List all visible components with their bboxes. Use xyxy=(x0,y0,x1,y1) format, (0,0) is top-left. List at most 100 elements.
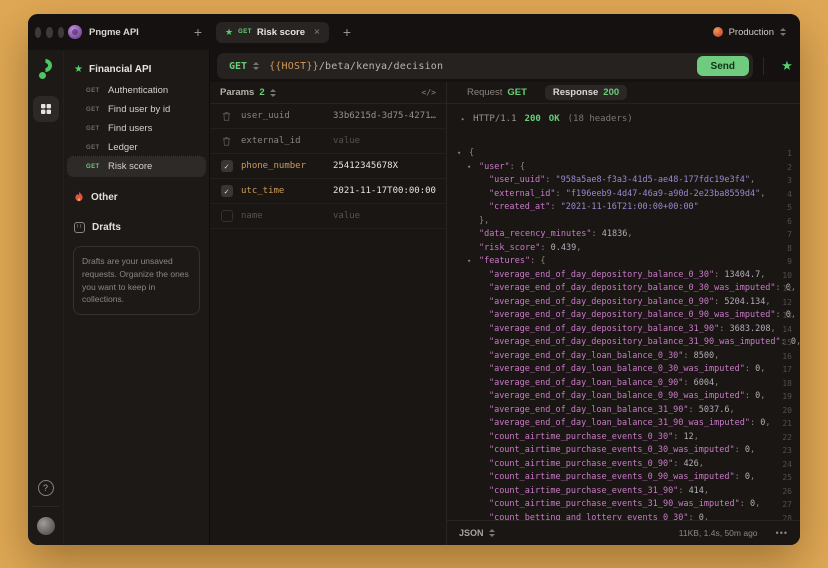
sidebar-request-item[interactable]: GET Ledger xyxy=(68,138,205,157)
collapse-caret-icon[interactable]: ▸ xyxy=(461,115,465,123)
param-name-field[interactable]: name xyxy=(241,211,325,221)
line-number: 7 xyxy=(787,228,792,242)
more-options-icon[interactable]: ••• xyxy=(776,528,788,538)
icon-rail: ? xyxy=(28,50,64,545)
send-button[interactable]: Send xyxy=(697,56,749,76)
tab-request-badge: GET xyxy=(507,87,527,98)
window-minimize-button[interactable] xyxy=(46,27,52,38)
param-value-field[interactable]: 25412345678X xyxy=(333,161,436,171)
response-line: "average_end_of_day_depository_balance_3… xyxy=(447,336,800,350)
tab-response-label: Response xyxy=(553,87,598,98)
response-footer: JSON 11KB, 1.4s, 50m ago ••• xyxy=(447,520,800,545)
line-number: 18 xyxy=(782,377,792,391)
environment-selector[interactable]: Production xyxy=(713,27,786,38)
sidebar-request-item[interactable]: GET Authentication xyxy=(68,81,205,100)
add-request-button[interactable]: + xyxy=(194,25,202,39)
checkbox-checked-icon[interactable]: ✓ xyxy=(220,160,233,173)
status-line[interactable]: ▸ HTTP/1.1 200 OK (18 headers) xyxy=(447,104,800,134)
response-meta: 11KB, 1.4s, 50m ago xyxy=(679,528,758,538)
line-number: 20 xyxy=(782,404,792,418)
workspace-row[interactable]: ★ Financial API xyxy=(64,62,209,81)
response-line: "average_end_of_day_depository_balance_0… xyxy=(447,309,800,323)
format-chevron-icon[interactable] xyxy=(489,529,495,537)
tab-star-icon: ★ xyxy=(225,27,233,38)
sidebar-item-drafts[interactable]: II Drafts xyxy=(64,218,209,236)
help-icon[interactable]: ? xyxy=(38,480,54,496)
param-value-field[interactable]: value xyxy=(333,136,436,146)
new-tab-button[interactable]: + xyxy=(343,24,351,40)
response-tabs: Request GET Response 200 xyxy=(447,82,800,104)
status-code: 200 xyxy=(525,114,541,124)
request-list: GET Authentication GET Find user by id G… xyxy=(64,81,209,176)
url-input[interactable]: {{HOST}}/beta/kenya/decision xyxy=(269,61,443,72)
response-line: "created_at": "2021-11-16T21:00:00+00:00… xyxy=(447,201,800,215)
param-name-field[interactable]: external_id xyxy=(241,136,325,146)
method-selector[interactable]: GET xyxy=(229,61,247,72)
param-row[interactable]: ✓ user_uuid 33b6215d-3d75-4271… xyxy=(210,104,446,129)
collection-name[interactable]: Pngme API xyxy=(89,27,187,38)
favorite-star-icon[interactable]: ★ xyxy=(774,58,800,74)
fold-caret-icon[interactable]: ▾ xyxy=(467,255,471,269)
param-value-field[interactable]: 2021-11-17T00:00:00 xyxy=(333,186,436,196)
params-count-badge: 2 xyxy=(259,87,264,98)
param-name-field[interactable]: user_uuid xyxy=(241,111,325,121)
method-chevron-icon[interactable] xyxy=(253,62,259,70)
collection-header: Pngme API + xyxy=(64,25,210,39)
response-line: "external_id": "f196eeb9-4d47-46a9-a90d-… xyxy=(447,188,800,202)
tab-request-label: Request xyxy=(467,87,502,98)
environment-icon xyxy=(713,27,723,37)
request-label: Risk score xyxy=(108,161,152,172)
tab-strip: ★ GET Risk score × + Production xyxy=(210,22,800,43)
tab-request[interactable]: Request GET xyxy=(459,85,535,100)
response-line: "data_recency_minutes": 41836,7 xyxy=(447,228,800,242)
code-view-icon[interactable]: </> xyxy=(422,88,436,97)
format-selector[interactable]: JSON xyxy=(459,528,484,538)
checkbox-unchecked-icon[interactable] xyxy=(220,210,233,223)
param-row[interactable]: ✓ phone_number 25412345678X xyxy=(210,154,446,179)
line-number: 12 xyxy=(782,296,792,310)
line-number: 28 xyxy=(782,512,792,521)
tab-risk-score[interactable]: ★ GET Risk score × xyxy=(216,22,329,43)
trash-icon[interactable] xyxy=(220,110,233,123)
param-row[interactable]: ✓ utc_time 2021-11-17T00:00:00 xyxy=(210,179,446,204)
window-close-button[interactable] xyxy=(35,27,41,38)
fold-caret-icon[interactable]: ▾ xyxy=(467,161,471,175)
param-name-field[interactable]: phone_number xyxy=(241,161,325,171)
request-method-badge: GET xyxy=(86,88,102,94)
response-line: "average_end_of_day_depository_balance_0… xyxy=(447,282,800,296)
param-value-field[interactable]: 33b6215d-3d75-4271… xyxy=(333,111,436,121)
line-number: 6 xyxy=(787,215,792,229)
response-line: "count_airtime_purchase_events_31_90_was… xyxy=(447,498,800,512)
url-panel: GET {{HOST}}/beta/kenya/decision Send xyxy=(217,53,753,79)
sidebar-item-other[interactable]: Other xyxy=(64,188,209,206)
line-number: 23 xyxy=(782,444,792,458)
line-number: 26 xyxy=(782,485,792,499)
response-line: ▾{1 xyxy=(447,147,800,161)
apps-grid-icon[interactable] xyxy=(33,96,59,122)
params-chevron-icon[interactable] xyxy=(270,89,276,97)
request-label: Find user by id xyxy=(108,104,170,115)
window-controls[interactable] xyxy=(28,27,64,38)
response-line: "count_airtime_purchase_events_31_90": 4… xyxy=(447,485,800,499)
param-row[interactable]: ✓ external_id value xyxy=(210,129,446,154)
status-protocol: HTTP/1.1 xyxy=(473,114,516,124)
sidebar-request-item[interactable]: GET Risk score xyxy=(68,157,205,176)
line-number: 5 xyxy=(787,201,792,215)
user-avatar[interactable] xyxy=(37,517,55,535)
param-value-field[interactable]: value xyxy=(333,211,436,221)
tab-response[interactable]: Response 200 xyxy=(545,85,627,100)
main-area: GET {{HOST}}/beta/kenya/decision Send ★ … xyxy=(210,50,800,545)
response-body[interactable]: ▾{1▾"user": {2"user_uuid": "958a5ae8-f3a… xyxy=(447,134,800,520)
line-number: 22 xyxy=(782,431,792,445)
sidebar-request-item[interactable]: GET Find users xyxy=(68,119,205,138)
fold-caret-icon[interactable]: ▾ xyxy=(457,147,461,161)
checkbox-checked-icon[interactable]: ✓ xyxy=(220,185,233,198)
sidebar-request-item[interactable]: GET Find user by id xyxy=(68,100,205,119)
tab-close-icon[interactable]: × xyxy=(314,27,320,38)
response-line: "count_airtime_purchase_events_0_30_was_… xyxy=(447,444,800,458)
param-name-field[interactable]: utc_time xyxy=(241,186,325,196)
sidebar-item-drafts-label: Drafts xyxy=(92,222,121,233)
response-line: "count_airtime_purchase_events_0_30": 12… xyxy=(447,431,800,445)
param-row[interactable]: ✓ name value xyxy=(210,204,446,229)
trash-icon[interactable] xyxy=(220,135,233,148)
